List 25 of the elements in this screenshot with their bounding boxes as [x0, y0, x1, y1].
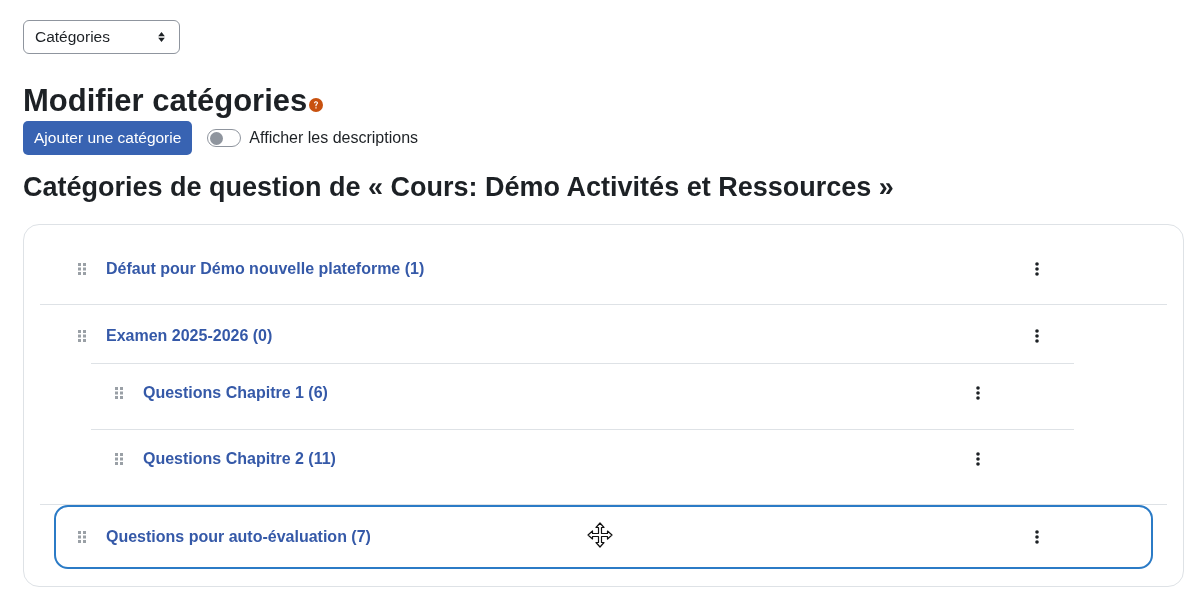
category-select[interactable]: Catégories [23, 20, 180, 54]
kebab-menu-icon[interactable] [1035, 262, 1039, 276]
drag-handle-icon[interactable] [115, 387, 123, 399]
kebab-menu-icon[interactable] [976, 386, 980, 400]
category-row-highlight[interactable]: Questions pour auto-évaluation (7) [54, 505, 1153, 569]
drag-handle-icon[interactable] [115, 453, 123, 465]
category-link[interactable]: Questions Chapitre 1 (6) [143, 381, 328, 405]
help-icon[interactable] [309, 98, 324, 112]
kebab-menu-icon[interactable] [1035, 329, 1039, 343]
toggle-label: Afficher les descriptions [249, 128, 419, 148]
section-title: Catégories de question de « Cours: Démo Activités et Ressources » [23, 171, 894, 203]
drag-handle-icon[interactable] [78, 263, 86, 275]
toggle-switch[interactable] [207, 129, 242, 147]
category-link[interactable]: Questions pour auto-évaluation (7) [106, 525, 371, 549]
category-link[interactable]: Questions Chapitre 2 (11) [143, 447, 336, 471]
move-cursor-icon [587, 522, 613, 548]
category-link[interactable]: Défaut pour Démo nouvelle plateforme (1) [106, 257, 425, 281]
kebab-menu-icon[interactable] [1035, 530, 1039, 544]
page-title: Modifier catégories [23, 84, 308, 118]
add-category-button[interactable]: Ajouter une catégorie [23, 121, 193, 155]
category-link[interactable]: Examen 2025-2026 (0) [106, 324, 273, 348]
updown-caret-icon [158, 32, 165, 42]
drag-handle-icon[interactable] [78, 330, 86, 342]
drag-handle-icon[interactable] [78, 531, 86, 543]
kebab-menu-icon[interactable] [976, 452, 980, 466]
